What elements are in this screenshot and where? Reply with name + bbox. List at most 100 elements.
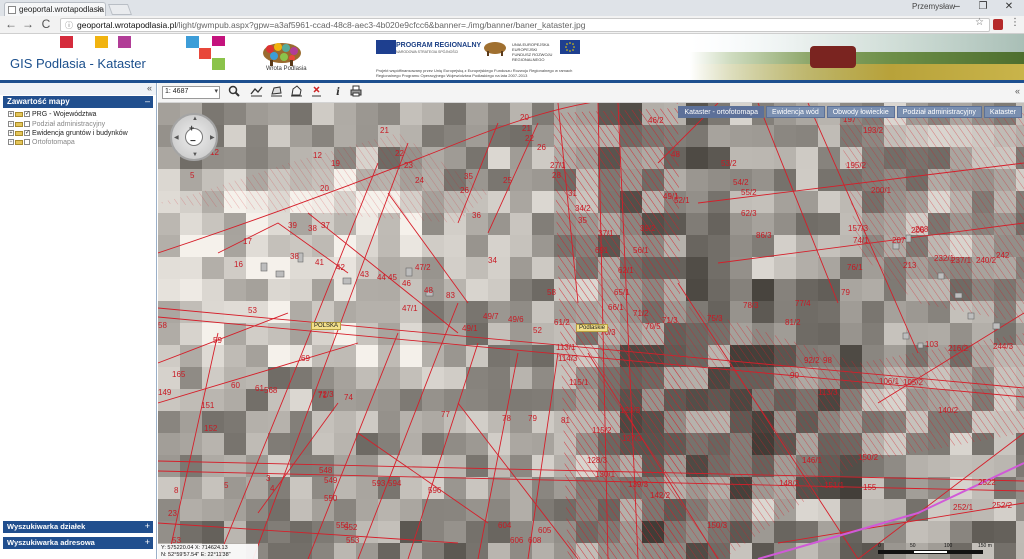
print-icon[interactable] bbox=[348, 85, 364, 100]
expand-icon[interactable]: + bbox=[8, 130, 14, 137]
ortho-tile bbox=[686, 169, 708, 191]
parcel-number: 193/2 bbox=[863, 126, 884, 135]
forward-arrow-icon[interactable]: → bbox=[21, 18, 35, 32]
collapse-right-panel-icon[interactable]: « bbox=[1015, 86, 1020, 96]
ortho-tile bbox=[378, 543, 400, 559]
parcel-number: 17 bbox=[243, 237, 252, 246]
ortho-tile bbox=[884, 455, 906, 477]
ortho-tile bbox=[488, 279, 510, 301]
measure-distance-icon[interactable] bbox=[248, 85, 264, 100]
parcel-number: 49/1 bbox=[462, 324, 478, 333]
layer-item[interactable]: + Podział administracyjny bbox=[8, 121, 105, 128]
pan-south-icon[interactable]: ▼ bbox=[192, 152, 198, 158]
parcel-search-header[interactable]: Wyszukiwarka działek + bbox=[3, 521, 153, 533]
ortho-tile bbox=[818, 543, 840, 559]
reload-icon[interactable]: C bbox=[39, 18, 53, 32]
ortho-tile bbox=[334, 433, 356, 455]
ortho-tile bbox=[422, 433, 444, 455]
parcel-number: 149 bbox=[158, 388, 172, 397]
parcel-number: 103 bbox=[925, 340, 939, 349]
layer-checkbox[interactable]: ✓ bbox=[24, 111, 30, 118]
pan-north-icon[interactable]: ▲ bbox=[192, 116, 198, 122]
layer-item[interactable]: + Ortofotomapa bbox=[8, 139, 75, 146]
parcel-number: 28 bbox=[552, 171, 561, 180]
window-maximize-button[interactable]: ❐ bbox=[970, 0, 996, 16]
page-info-icon[interactable]: ⓘ bbox=[65, 20, 73, 31]
layer-item[interactable]: + ✓ Ewidencja gruntów i budynków bbox=[8, 130, 128, 137]
ortho-tile bbox=[224, 521, 246, 543]
basemap-button[interactable]: Kataster bbox=[983, 106, 1022, 118]
draw-polygon-icon[interactable] bbox=[288, 85, 304, 100]
ortho-tile bbox=[708, 279, 730, 301]
parcel-number: 62/1 bbox=[618, 266, 634, 275]
new-tab-button[interactable] bbox=[107, 4, 133, 15]
basemap-button[interactable]: Obwody łowieckie bbox=[826, 106, 895, 118]
url-input[interactable]: ⓘ geoportal.wrotapodlasia.pl/light/gwmpu… bbox=[60, 18, 990, 32]
ortho-tile bbox=[532, 169, 554, 191]
back-arrow-icon[interactable]: ← bbox=[4, 18, 18, 32]
parcel-number: 2522 bbox=[978, 478, 996, 487]
map-navigation-control[interactable]: ▲ ▼ ◀ ▶ + − bbox=[170, 113, 218, 161]
ortho-tile bbox=[686, 279, 708, 301]
ortho-tile bbox=[444, 543, 466, 559]
expand-icon[interactable]: + bbox=[145, 521, 150, 531]
pan-west-icon[interactable]: ◀ bbox=[174, 134, 179, 141]
tab-close-icon[interactable]: × bbox=[97, 4, 102, 14]
ortho-tile bbox=[400, 499, 422, 521]
zoom-out-icon[interactable]: − bbox=[190, 136, 196, 147]
address-search-header[interactable]: Wyszukiwarka adresowa + bbox=[3, 537, 153, 549]
browser-menu-icon[interactable]: ⋮ bbox=[1010, 17, 1020, 28]
expand-icon[interactable]: + bbox=[8, 111, 14, 118]
parcel-number: 252/2 bbox=[992, 501, 1013, 510]
parcel-number: 46/2 bbox=[648, 116, 664, 125]
ortho-tile bbox=[796, 169, 818, 191]
map-contents-toggle-icon[interactable]: – bbox=[145, 96, 150, 106]
basemap-button[interactable]: Ewidencja wód bbox=[766, 106, 825, 118]
ortho-tile bbox=[422, 103, 444, 125]
scale-select[interactable]: 1: 4687 ▾ bbox=[162, 86, 220, 99]
ortho-tile bbox=[158, 235, 180, 257]
ortho-tile bbox=[796, 213, 818, 235]
window-minimize-button[interactable]: – bbox=[944, 0, 970, 16]
ortho-tile bbox=[268, 279, 290, 301]
measure-area-icon[interactable] bbox=[268, 85, 284, 100]
expand-icon[interactable]: + bbox=[8, 121, 14, 128]
ortho-tile bbox=[466, 389, 488, 411]
basemap-button[interactable]: Kataster - ortofotomapa bbox=[678, 106, 765, 118]
layer-item[interactable]: + ✓ PRG - Województwa bbox=[8, 111, 96, 118]
ortho-tile bbox=[334, 411, 356, 433]
ortho-tile bbox=[224, 411, 246, 433]
browser-tab[interactable]: geoportal.wrotapodlasia × bbox=[4, 2, 106, 16]
clear-measure-icon[interactable] bbox=[308, 85, 324, 100]
ortho-tile bbox=[444, 103, 466, 125]
zoom-in-icon[interactable]: + bbox=[189, 123, 194, 133]
parcel-number: 150/3 bbox=[707, 521, 728, 530]
bookmark-star-icon[interactable]: ☆ bbox=[975, 17, 984, 28]
parcel-number: 553 bbox=[346, 536, 360, 545]
ortho-tile bbox=[444, 257, 466, 279]
ortho-tile bbox=[532, 191, 554, 213]
expand-icon[interactable]: + bbox=[145, 537, 150, 547]
info-icon[interactable]: i bbox=[330, 85, 346, 100]
parcel-number: 20 bbox=[520, 113, 529, 122]
parcel-number: 604 bbox=[498, 521, 512, 530]
chevron-down-icon[interactable]: ▾ bbox=[214, 87, 218, 95]
extension-icon[interactable] bbox=[993, 19, 1003, 30]
ortho-tile bbox=[246, 103, 268, 125]
map-canvas[interactable]: 21 22 19 12 20 23 24 25 26 35 36 38 37 39 17 16 38 41 42 43… bbox=[158, 103, 1024, 559]
ortho-tile bbox=[840, 301, 862, 323]
map-contents-header[interactable]: Zawartość mapy – bbox=[3, 96, 153, 108]
basemap-button[interactable]: Podział administracyjny bbox=[896, 106, 982, 118]
collapse-left-panel-icon[interactable]: « bbox=[147, 83, 152, 93]
ortho-tile bbox=[818, 235, 840, 257]
parcel-number: 39 bbox=[288, 221, 297, 230]
expand-icon[interactable]: + bbox=[8, 139, 14, 146]
layer-checkbox[interactable]: ✓ bbox=[24, 130, 30, 137]
parcel-number: 35 bbox=[578, 216, 587, 225]
ortho-tile bbox=[400, 455, 422, 477]
layer-checkbox[interactable] bbox=[24, 139, 30, 146]
window-close-button[interactable]: ✕ bbox=[996, 0, 1022, 16]
layer-checkbox[interactable] bbox=[24, 121, 30, 128]
pan-east-icon[interactable]: ▶ bbox=[210, 134, 215, 141]
zoom-icon[interactable] bbox=[226, 85, 242, 100]
